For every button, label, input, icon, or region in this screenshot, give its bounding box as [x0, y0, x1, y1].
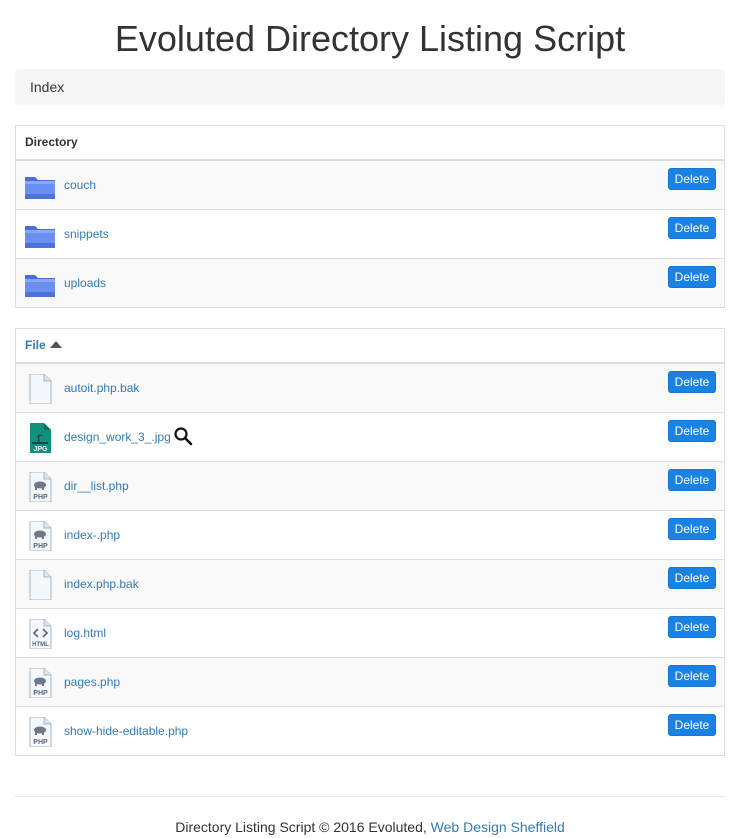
file-name-link[interactable]: pages.php — [64, 658, 120, 707]
svg-text:PHP: PHP — [33, 494, 48, 501]
php-file-icon: PHP — [24, 520, 56, 552]
svg-text:PHP: PHP — [33, 739, 48, 746]
footer-divider — [15, 796, 725, 797]
svg-text:PHP: PHP — [33, 543, 48, 550]
delete-button[interactable]: Delete — [668, 567, 716, 589]
file-name-link[interactable]: dir__list.php — [64, 462, 129, 511]
directory-row: snippets Delete — [16, 210, 724, 259]
breadcrumb: Index — [15, 69, 725, 105]
blank-file-icon — [24, 373, 56, 405]
delete-button[interactable]: Delete — [668, 420, 716, 442]
file-row: index.php.bak Delete — [16, 560, 724, 609]
file-header: File — [16, 329, 724, 364]
delete-button[interactable]: Delete — [668, 518, 716, 540]
delete-button[interactable]: Delete — [668, 371, 716, 393]
directory-header: Directory — [16, 126, 724, 161]
file-row: PHP show-hide-editable.php Delete — [16, 707, 724, 755]
file-row: JPG design_work_3_.jpg Delete — [16, 413, 724, 462]
directory-name-link[interactable]: uploads — [64, 259, 106, 308]
directory-name-link[interactable]: snippets — [64, 210, 109, 259]
folder-icon — [24, 171, 56, 201]
page-title: Evoluted Directory Listing Script — [114, 18, 626, 59]
delete-button[interactable]: Delete — [668, 168, 716, 190]
svg-text:JPG: JPG — [33, 446, 48, 453]
delete-button[interactable]: Delete — [668, 616, 716, 638]
magnifier-icon[interactable] — [173, 426, 193, 446]
file-row: PHP pages.php Delete — [16, 658, 724, 707]
file-name-link[interactable]: design_work_3_.jpg — [64, 413, 171, 462]
svg-text:PHP: PHP — [33, 690, 48, 697]
file-row: autoit.php.bak Delete — [16, 364, 724, 413]
delete-button[interactable]: Delete — [668, 665, 716, 687]
svg-text:HTML: HTML — [32, 642, 49, 648]
directory-list: couch Delete snippets Delete uploads Delete — [16, 161, 724, 307]
footer-link[interactable]: Web Design Sheffield — [431, 819, 565, 835]
directory-panel: Directory couch Delete snippets Delete uploa… — [15, 125, 725, 308]
folder-icon — [24, 269, 56, 299]
file-name-link[interactable]: log.html — [64, 609, 106, 658]
file-sort-link[interactable]: File — [25, 338, 46, 352]
file-list: autoit.php.bak Delete JPG design_work_3_.jp… — [16, 364, 724, 755]
file-row: PHP index-.php Delete — [16, 511, 724, 560]
file-name-link[interactable]: index-.php — [64, 511, 120, 560]
folder-icon — [24, 220, 56, 250]
file-name-link[interactable]: show-hide-editable.php — [64, 707, 188, 756]
delete-button[interactable]: Delete — [668, 714, 716, 736]
directory-name-link[interactable]: couch — [64, 161, 96, 210]
delete-button[interactable]: Delete — [668, 217, 716, 239]
php-file-icon: PHP — [24, 716, 56, 748]
footer-text: Directory Listing Script © 2016 Evoluted… — [175, 819, 431, 835]
php-file-icon: PHP — [24, 471, 56, 503]
file-name-link[interactable]: autoit.php.bak — [64, 364, 139, 413]
file-row: HTML log.html Delete — [16, 609, 724, 658]
delete-button[interactable]: Delete — [668, 266, 716, 288]
breadcrumb-item[interactable]: Index — [30, 79, 64, 95]
blank-file-icon — [24, 569, 56, 601]
delete-button[interactable]: Delete — [668, 469, 716, 491]
file-panel: File autoit.php.bak Delete JPG design_work_… — [15, 328, 725, 756]
directory-row: uploads Delete — [16, 259, 724, 307]
sort-asc-icon[interactable] — [49, 341, 62, 348]
footer: Directory Listing Script © 2016 Evoluted… — [0, 816, 740, 838]
directory-row: couch Delete — [16, 161, 724, 210]
php-file-icon: PHP — [24, 667, 56, 699]
file-name-link[interactable]: index.php.bak — [64, 560, 139, 609]
jpg-file-icon: JPG — [24, 423, 56, 453]
file-row: PHP dir__list.php Delete — [16, 462, 724, 511]
html-file-icon: HTML — [24, 618, 56, 650]
